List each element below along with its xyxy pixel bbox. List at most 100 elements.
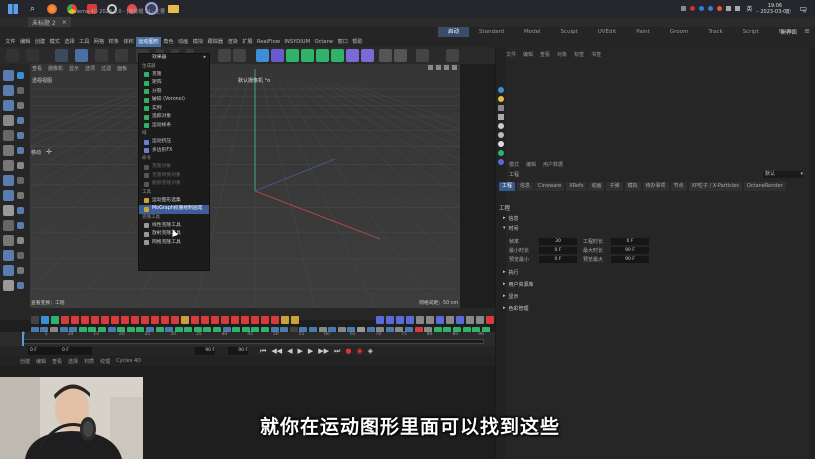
camera-icon[interactable] (379, 49, 392, 62)
record-icon[interactable]: ● (345, 346, 351, 356)
menu-item[interactable]: 模拟 (191, 37, 206, 47)
left-tool-icon[interactable] (17, 267, 24, 274)
left-tool-icon[interactable] (3, 235, 14, 246)
object-manager-menu-item[interactable]: 对象 (557, 51, 567, 58)
search-icon[interactable]: ⌕ (30, 4, 35, 14)
workspace-tab[interactable]: Paint (626, 27, 660, 37)
left-tool-icon[interactable] (17, 282, 24, 289)
menu-item[interactable]: 角色 (161, 37, 176, 47)
viewport-menu-item[interactable]: 选项 (85, 65, 95, 74)
field-value[interactable]: 90 F (611, 247, 649, 254)
cube-icon[interactable] (256, 49, 269, 62)
material-menu-item[interactable]: 选择 (68, 358, 78, 365)
scale-tool-icon[interactable] (95, 49, 109, 62)
start-frame-field[interactable]: 0 F (60, 347, 92, 355)
windows-start-icon[interactable] (8, 3, 18, 14)
left-tool-icon[interactable] (17, 132, 24, 139)
attributes-tab[interactable]: 待办事项 (642, 182, 669, 191)
field-value[interactable]: 30 (539, 238, 577, 245)
left-tool-icon[interactable] (3, 250, 14, 261)
undo-icon[interactable] (6, 49, 19, 62)
field-icon[interactable] (346, 49, 359, 62)
snap-icon[interactable] (416, 49, 429, 62)
workspace-tab[interactable]: Groom (660, 27, 699, 37)
field-value[interactable]: 0 F (539, 256, 577, 263)
material-menu-item[interactable]: 纹理 (100, 358, 110, 365)
material-icon[interactable] (498, 123, 504, 129)
minimize-icon[interactable]: – (756, 8, 759, 15)
left-tool-icon[interactable] (3, 70, 14, 81)
new-layout-button[interactable]: 新界面 (780, 28, 797, 36)
left-tool-icon[interactable] (17, 147, 24, 154)
play-icon[interactable]: ▶ (297, 346, 302, 356)
preview-end-field[interactable]: 90 F (228, 347, 248, 355)
menu-item[interactable]: 选择 (62, 37, 77, 47)
left-tool-icon[interactable] (17, 117, 24, 124)
left-tool-icon[interactable] (3, 175, 14, 186)
next-key-icon[interactable]: ▶▶ (318, 346, 329, 356)
left-tool-icon[interactable] (3, 115, 14, 126)
dropdown-item-cloner[interactable]: 克隆 (139, 71, 209, 80)
attributes-tab[interactable]: 模拟 (624, 182, 641, 191)
move-tool-icon[interactable] (75, 49, 89, 62)
object-manager-menu-item[interactable]: 书签 (591, 51, 601, 58)
viewport-menu-item[interactable]: 显示 (69, 65, 79, 74)
next-frame-icon[interactable]: ▶ (308, 346, 313, 356)
menu-item[interactable]: INSYDIUM (282, 37, 312, 47)
left-tool-icon[interactable] (3, 205, 14, 216)
timeline-ruler[interactable]: 051015202530354045505560657075808590 (0, 332, 495, 346)
layer-icon[interactable] (498, 87, 504, 93)
attributes-tab-octane[interactable]: OctaneRender (743, 182, 786, 191)
left-tool-icon[interactable] (3, 145, 14, 156)
attributes-collapsed-group[interactable]: ▸ 执行 (503, 269, 534, 281)
redo-icon[interactable] (26, 49, 40, 62)
dropdown-item-tracer[interactable]: 追踪对象 (139, 113, 209, 122)
left-tool-icon[interactable] (3, 100, 14, 111)
attributes-tab[interactable]: 工程 (499, 182, 516, 191)
attributes-menu-item[interactable]: 编辑 (526, 161, 536, 168)
material-menu-item[interactable]: 创建 (20, 358, 30, 365)
attributes-group[interactable]: ▸ 信息 (503, 215, 519, 225)
firefox-icon[interactable] (47, 3, 58, 14)
cloner-icon[interactable] (316, 49, 329, 62)
timeline-slider-track[interactable] (22, 339, 484, 344)
menu-item[interactable]: 文件 (3, 37, 18, 47)
scene-icon[interactable] (361, 49, 374, 62)
dropdown-item-extrude[interactable]: 运动挤压 (139, 138, 209, 147)
left-tool-icon[interactable] (17, 207, 24, 214)
prev-key-icon[interactable]: ◀◀ (271, 346, 282, 356)
menu-item[interactable]: 模式 (47, 37, 62, 47)
left-tool-icon[interactable] (17, 222, 24, 229)
keyframe-icon[interactable]: ◈ (368, 346, 373, 356)
pen-icon[interactable] (271, 49, 284, 62)
left-tool-icon[interactable] (3, 160, 14, 171)
object-manager-menu-item[interactable]: 文件 (506, 51, 516, 58)
close-icon[interactable]: × (62, 19, 67, 26)
menu-item[interactable]: RealFlow (255, 37, 282, 47)
field-value[interactable]: 0 F (611, 238, 649, 245)
workspace-tab[interactable]: Script (733, 27, 769, 37)
array-icon[interactable] (301, 49, 314, 62)
workspace-tab[interactable]: Track (698, 27, 732, 37)
dropdown-item-fracture[interactable]: 分裂 (139, 88, 209, 97)
attributes-tab[interactable]: 子弹 (606, 182, 623, 191)
folder-icon[interactable] (168, 4, 180, 13)
language-indicator[interactable]: 英 (746, 4, 752, 13)
settings-icon[interactable] (446, 49, 459, 62)
content-browser-icon[interactable] (498, 141, 504, 147)
maximize-icon[interactable]: ▢ (785, 8, 791, 15)
workspace-tab[interactable]: UVEdit (588, 27, 626, 37)
left-tool-icon[interactable] (3, 190, 14, 201)
attributes-tab[interactable]: 信息 (517, 182, 534, 191)
menu-item[interactable]: Octane (312, 37, 335, 47)
object-manager-menu-item[interactable]: 查看 (540, 51, 550, 58)
menu-item[interactable]: 帮助 (350, 37, 365, 47)
dropdown-item-selection[interactable]: 运动图形选集 (139, 197, 209, 206)
autokey-icon[interactable]: ◉ (356, 346, 362, 356)
workspace-tab[interactable]: Model (514, 27, 551, 37)
tray-icons[interactable] (681, 6, 741, 11)
material-menu-item[interactable]: 材质 (84, 358, 94, 365)
current-frame-field[interactable]: 0 F (28, 347, 60, 355)
attributes-tab[interactable]: 节点 (670, 182, 687, 191)
field-value[interactable]: 0 F (539, 247, 577, 254)
